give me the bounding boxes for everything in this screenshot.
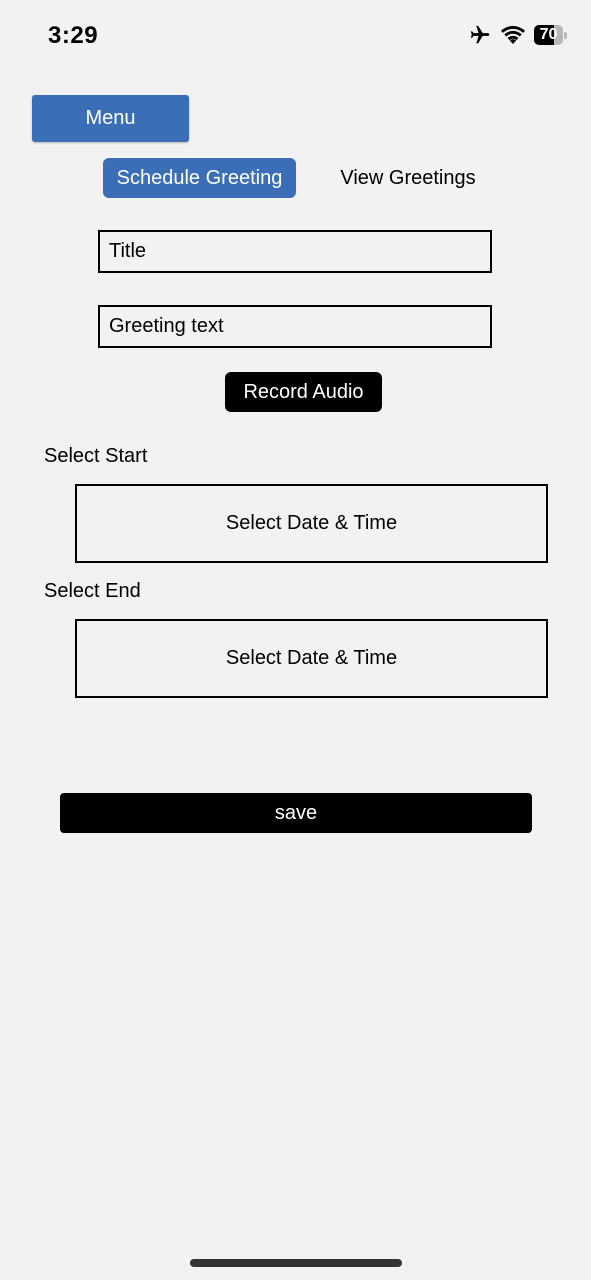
home-indicator[interactable] [190,1259,402,1267]
tab-schedule-greeting[interactable]: Schedule Greeting [103,158,296,198]
tab-view-greetings[interactable]: View Greetings [322,158,494,198]
start-picker-label: Select Date & Time [225,512,398,534]
title-input[interactable] [98,230,492,273]
start-datetime-picker[interactable]: Select Date & Time [75,484,548,563]
battery-icon: 70 [534,25,567,45]
status-icons: 70 [468,24,567,46]
end-datetime-picker[interactable]: Select Date & Time [75,619,548,698]
select-end-label: Select End [44,580,141,602]
save-button[interactable]: save [60,793,532,833]
menu-button[interactable]: Menu [32,95,189,142]
battery-level: 70 [539,26,558,43]
status-time: 3:29 [48,22,99,49]
wifi-icon [500,25,526,45]
greeting-text-input[interactable] [98,305,492,348]
select-start-label: Select Start [44,445,148,467]
end-picker-label: Select Date & Time [225,647,398,669]
record-audio-button[interactable]: Record Audio [225,372,382,412]
airplane-icon [468,24,492,46]
